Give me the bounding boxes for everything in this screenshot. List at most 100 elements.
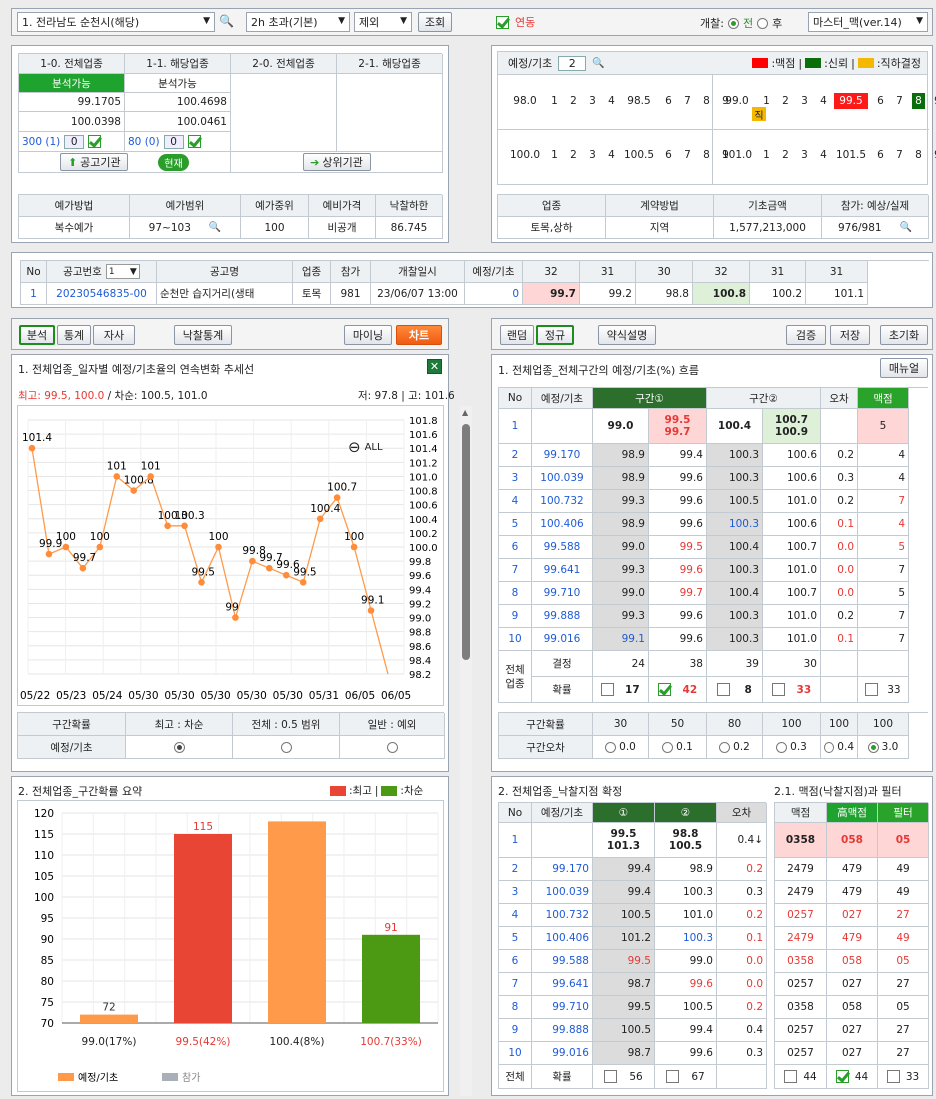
- row-estimate[interactable]: 100.039: [532, 881, 593, 904]
- row-no[interactable]: 10: [499, 1042, 532, 1065]
- count-1-checkbox[interactable]: [88, 135, 102, 148]
- range-error-option[interactable]: 0.1: [649, 736, 707, 759]
- scroll-thumb[interactable]: [462, 424, 470, 660]
- row-no[interactable]: 3: [499, 881, 532, 904]
- zoom-all[interactable]: ⊖ ALL: [348, 438, 383, 456]
- row-no[interactable]: 1: [21, 283, 47, 305]
- range-error-option[interactable]: 3.0: [858, 736, 909, 759]
- prob-checkbox[interactable]: [604, 1070, 618, 1083]
- row-estimate[interactable]: 100.732: [532, 904, 593, 927]
- master-select[interactable]: 마스터_맥(ver.14) ▼: [808, 12, 928, 32]
- tab-normal[interactable]: 정규: [536, 325, 574, 345]
- count-1-input[interactable]: 0: [64, 134, 85, 149]
- row-no[interactable]: 6: [499, 536, 532, 559]
- tab-random[interactable]: 랜덤: [500, 325, 534, 345]
- scrollbar[interactable]: ▲: [460, 406, 472, 1096]
- row-no[interactable]: 7: [499, 559, 532, 582]
- row-estimate[interactable]: 99.588: [532, 536, 593, 559]
- row-no[interactable]: 3: [499, 467, 532, 490]
- row-no[interactable]: 5: [499, 513, 532, 536]
- radio[interactable]: [280, 741, 292, 753]
- tab-mining[interactable]: 마이닝: [344, 325, 392, 345]
- row-no[interactable]: 9: [499, 1019, 532, 1042]
- tab-brief[interactable]: 약식설명: [598, 325, 656, 345]
- prob-checkbox[interactable]: [601, 683, 615, 696]
- row-estimate[interactable]: 99.710: [532, 582, 593, 605]
- row-name[interactable]: 순천만 습지거리(생태: [157, 283, 293, 305]
- tab-reset[interactable]: 초기화: [880, 325, 928, 345]
- notice-sort-select[interactable]: 1 ▼: [105, 264, 140, 279]
- row-estimate[interactable]: 99.170: [532, 858, 593, 881]
- manual-button[interactable]: 매뉴얼: [880, 358, 928, 378]
- row-no[interactable]: 8: [499, 582, 532, 605]
- row-estimate[interactable]: 100.406: [532, 513, 593, 536]
- search-icon[interactable]: 🔍: [592, 58, 604, 69]
- row-estimate[interactable]: 99.641: [532, 973, 593, 996]
- search-icon[interactable]: 🔍: [219, 14, 234, 28]
- row-estimate[interactable]: 100.406: [532, 927, 593, 950]
- row-no[interactable]: 8: [499, 996, 532, 1019]
- row-no[interactable]: 2: [499, 858, 532, 881]
- tab-verify[interactable]: 검증: [786, 325, 826, 345]
- scroll-up-icon[interactable]: ▲: [462, 408, 468, 417]
- row-estimate[interactable]: 99.016: [532, 628, 593, 651]
- radio[interactable]: [719, 741, 731, 753]
- row-estimate[interactable]: 100.732: [532, 490, 593, 513]
- link-toggle[interactable]: 연동: [496, 14, 535, 30]
- row-estimate[interactable]: 99.888: [532, 1019, 593, 1042]
- row-estimate[interactable]: 99.641: [532, 559, 593, 582]
- prob-checkbox[interactable]: [666, 1070, 680, 1083]
- search-button[interactable]: 조회: [418, 12, 452, 32]
- row-estimate[interactable]: 99.710: [532, 996, 593, 1019]
- radio[interactable]: [867, 741, 879, 753]
- radio[interactable]: [824, 741, 835, 753]
- range-error-option[interactable]: 0.2: [707, 736, 763, 759]
- prob-checkbox[interactable]: [717, 683, 731, 696]
- range-error-option[interactable]: 0.0: [593, 736, 649, 759]
- row-no[interactable]: 2: [499, 444, 532, 467]
- row-estimate[interactable]: 99.170: [532, 444, 593, 467]
- count-2-checkbox[interactable]: [187, 135, 201, 148]
- row-no[interactable]: 7: [499, 973, 532, 996]
- row-no[interactable]: 4: [499, 490, 532, 513]
- count-2-input[interactable]: 0: [163, 134, 184, 149]
- tab-analysis[interactable]: 분석: [19, 325, 55, 345]
- search-icon[interactable]: 🔍: [900, 222, 912, 233]
- row-no[interactable]: 4: [499, 904, 532, 927]
- radio[interactable]: [386, 741, 398, 753]
- open-after-radio[interactable]: [757, 17, 769, 29]
- tab-award-stats[interactable]: 낙찰통계: [174, 325, 232, 345]
- row-estimate[interactable]: 99.588: [532, 950, 593, 973]
- row-notice-no[interactable]: 20230546835-00: [47, 283, 157, 305]
- row-no[interactable]: 6: [499, 950, 532, 973]
- radio[interactable]: [173, 741, 185, 753]
- notice-org-button[interactable]: ⬆ 공고기관: [60, 153, 129, 171]
- radio[interactable]: [605, 741, 617, 753]
- range-error-option[interactable]: 0.4: [821, 736, 858, 759]
- row-estimate[interactable]: 99.888: [532, 605, 593, 628]
- radio-general[interactable]: [340, 736, 445, 759]
- tab-save[interactable]: 저장: [830, 325, 870, 345]
- excel-icon[interactable]: ✕: [427, 359, 442, 374]
- tab-statistics[interactable]: 통계: [57, 325, 91, 345]
- time-select[interactable]: 2h 초과(기본) ▼: [246, 12, 350, 32]
- range-error-option[interactable]: 0.3: [763, 736, 821, 759]
- link-checkbox[interactable]: [496, 15, 509, 29]
- estimate-num[interactable]: 2: [558, 55, 587, 71]
- row-no[interactable]: 10: [499, 628, 532, 651]
- upper-org-button[interactable]: ➔ 상위기관: [302, 153, 371, 171]
- search-icon[interactable]: 🔍: [209, 222, 221, 233]
- prob-checkbox[interactable]: [784, 1070, 798, 1083]
- tab-chart[interactable]: 차트: [396, 325, 442, 345]
- radio-top-next[interactable]: [126, 736, 233, 759]
- row-estimate[interactable]: 99.016: [532, 1042, 593, 1065]
- row-no[interactable]: 9: [499, 605, 532, 628]
- prob-checkbox[interactable]: [657, 683, 671, 696]
- tab-company[interactable]: 자사: [93, 325, 135, 345]
- prob-checkbox[interactable]: [771, 683, 785, 696]
- region-select[interactable]: 1. 전라남도 순천시(해당) ▼: [17, 12, 215, 32]
- radio[interactable]: [776, 741, 788, 753]
- prob-checkbox[interactable]: [886, 1070, 900, 1083]
- row-no[interactable]: 5: [499, 927, 532, 950]
- row-estimate[interactable]: 100.039: [532, 467, 593, 490]
